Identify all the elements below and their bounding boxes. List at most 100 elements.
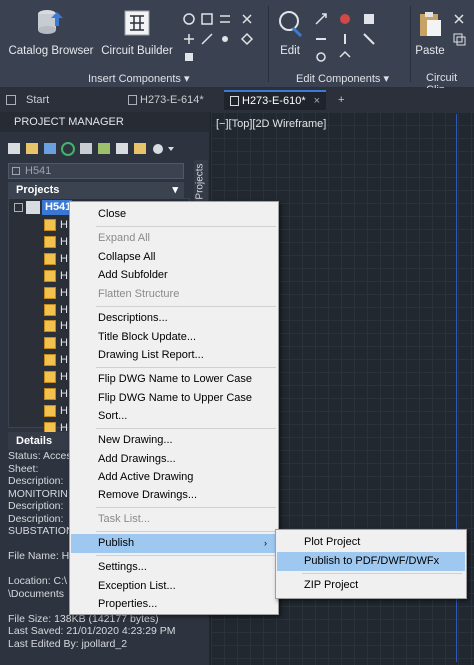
edit-tool-icon-2[interactable]: [338, 12, 352, 26]
menu-separator: [96, 226, 276, 227]
component-icon-9[interactable]: [240, 32, 254, 46]
menu-item-sort[interactable]: Sort...: [71, 407, 277, 426]
tree-item[interactable]: H: [60, 234, 68, 250]
submenu-item-zip-project[interactable]: ZIP Project: [277, 576, 465, 595]
chevron-down-icon: ▾: [172, 184, 178, 196]
tree-item[interactable]: H: [60, 318, 68, 334]
menu-item-properties[interactable]: Properties...: [71, 595, 277, 614]
menu-item-new-drawing[interactable]: New Drawing...: [71, 431, 277, 450]
tab-start[interactable]: Start: [20, 90, 120, 110]
menu-item-add-subfolder[interactable]: Add Subfolder: [71, 266, 277, 285]
edit-tool-icon-1[interactable]: [314, 12, 328, 26]
component-icon-8[interactable]: [240, 12, 254, 26]
tree-item[interactable]: H: [60, 403, 68, 419]
tree-item[interactable]: H: [60, 251, 68, 267]
catalog-browser-button[interactable]: Catalog Browser: [8, 8, 94, 57]
paste-button[interactable]: Paste: [414, 10, 446, 57]
menu-item-label: Collapse All: [98, 251, 156, 263]
project-icon: [26, 201, 40, 214]
component-icon-1[interactable]: [182, 12, 196, 26]
circuit-builder-icon: [124, 10, 150, 36]
menu-item-label: Publish: [98, 537, 135, 549]
menu-separator: [96, 306, 276, 307]
menu-item-expand-all[interactable]: Expand All: [71, 229, 277, 248]
drawing-file-icon: [44, 269, 56, 282]
drawing-file-icon: [44, 388, 56, 400]
projects-vertical-tab[interactable]: Projects: [194, 160, 208, 204]
edit-tool-icon-7[interactable]: [314, 50, 328, 64]
edit-tool-icon-4[interactable]: [314, 32, 328, 46]
tree-item[interactable]: H: [60, 335, 68, 351]
tab-h273-e-614[interactable]: H273-E-614*: [122, 90, 222, 110]
ribbon-divider: [268, 6, 269, 82]
details-line: Last Saved: 21/01/2020 4:23:29 PM: [8, 625, 176, 637]
menu-item-label: Drawing List Report...: [98, 349, 204, 361]
menu-separator: [96, 555, 276, 556]
component-icon-7[interactable]: [182, 50, 196, 64]
tree-item[interactable]: H: [60, 369, 68, 385]
drawing-file-icon: [44, 286, 56, 299]
tree-item[interactable]: H: [60, 285, 68, 301]
edit-button[interactable]: Edit: [274, 10, 306, 57]
tree-item[interactable]: H: [60, 268, 68, 284]
edit-tool-icon-3[interactable]: [362, 12, 376, 26]
tree-item[interactable]: H: [60, 302, 68, 318]
menu-item-label: Task List...: [98, 513, 150, 525]
menu-item-label: Flip DWG Name to Lower Case: [98, 373, 253, 385]
cut-icon[interactable]: [452, 12, 466, 26]
tree-root-project[interactable]: H541: [42, 200, 72, 215]
component-icon-5[interactable]: [218, 12, 232, 26]
drawing-file-icon: [44, 337, 56, 350]
paste-icon: [420, 12, 441, 36]
menu-item-remove-drawings[interactable]: Remove Drawings...: [71, 486, 277, 505]
menu-item-flip-dwg-name-to-upper-case[interactable]: Flip DWG Name to Upper Case: [71, 389, 277, 408]
drawing-file-icon: [230, 96, 239, 107]
menu-item-settings[interactable]: Settings...: [71, 558, 277, 577]
menu-item-collapse-all[interactable]: Collapse All: [71, 248, 277, 267]
menu-separator: [96, 428, 276, 429]
menu-item-label: Title Block Update...: [98, 331, 197, 343]
tab-h273-e-610[interactable]: H273-E-610* ×: [224, 90, 326, 110]
menu-item-flatten-structure[interactable]: Flatten Structure: [71, 285, 277, 304]
edit-tool-icon-5[interactable]: [338, 32, 352, 46]
projects-header[interactable]: Projects ▾: [8, 182, 184, 198]
menu-item-task-list[interactable]: Task List...: [71, 510, 277, 529]
edit-components-panel-label[interactable]: Edit Components ▾: [296, 72, 389, 85]
menu-item-drawing-list-report[interactable]: Drawing List Report...: [71, 346, 277, 365]
component-icon-4[interactable]: [200, 32, 214, 46]
menu-item-exception-list[interactable]: Exception List...: [71, 577, 277, 596]
menu-item-close[interactable]: Close: [71, 205, 277, 224]
collapse-icon[interactable]: [14, 203, 23, 212]
tree-item[interactable]: H: [60, 352, 68, 368]
component-icon-2[interactable]: [200, 12, 214, 26]
drawing-file-icon: [44, 235, 56, 248]
submenu-item-plot-project[interactable]: Plot Project: [277, 533, 465, 552]
close-icon[interactable]: ×: [314, 95, 320, 107]
menu-item-flip-dwg-name-to-lower-case[interactable]: Flip DWG Name to Lower Case: [71, 370, 277, 389]
copy-icon[interactable]: [452, 32, 466, 46]
tree-item[interactable]: H: [60, 217, 68, 233]
tree-item[interactable]: H: [60, 386, 68, 402]
component-icon-6[interactable]: [218, 32, 232, 46]
menu-item-title-block-update[interactable]: Title Block Update...: [71, 328, 277, 347]
chevron-down-icon: ▾: [184, 73, 190, 85]
drawing-file-icon: [128, 95, 137, 106]
menu-item-label: Flatten Structure: [98, 288, 180, 300]
menu-item-label: Add Active Drawing: [98, 471, 194, 483]
menu-item-publish[interactable]: Publish ›: [71, 534, 277, 553]
circuit-builder-button[interactable]: Circuit Builder: [100, 8, 174, 57]
details-line: Last Edited By: jpollard_2: [8, 637, 128, 650]
edit-tool-icon-6[interactable]: [362, 32, 376, 46]
submenu-item-publish-to-pdf-dwf-dwfx[interactable]: Publish to PDF/DWF/DWFx: [277, 552, 465, 571]
menu-item-add-drawings[interactable]: Add Drawings...: [71, 450, 277, 469]
menu-item-descriptions[interactable]: Descriptions...: [71, 309, 277, 328]
menu-separator: [96, 507, 276, 508]
viewport-label[interactable]: [−][Top][2D Wireframe]: [216, 118, 326, 130]
new-tab-button[interactable]: +: [332, 90, 352, 110]
edit-tool-icon-8[interactable]: [338, 50, 352, 64]
component-icon-3[interactable]: [182, 32, 196, 46]
insert-components-panel-label[interactable]: Insert Components ▾: [88, 72, 190, 85]
project-select[interactable]: H541: [8, 163, 184, 179]
project-manager-toolbar: [8, 140, 194, 158]
menu-item-add-active-drawing[interactable]: Add Active Drawing: [71, 468, 277, 487]
